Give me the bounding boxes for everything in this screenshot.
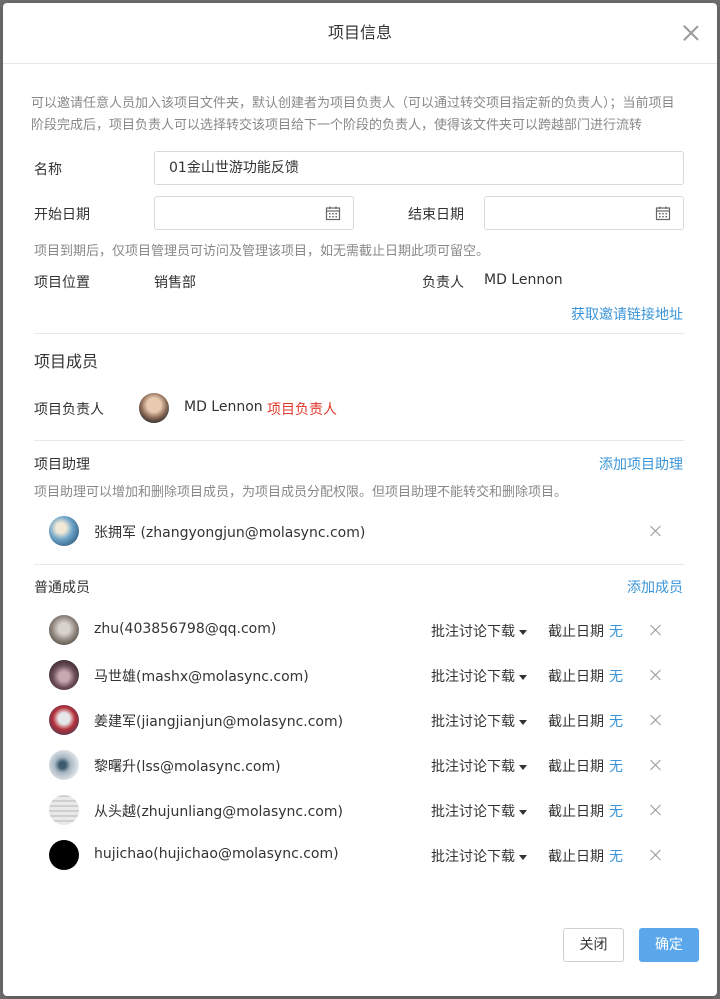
deadline-label: 截止日期	[548, 714, 604, 730]
owner-label: 负责人	[422, 275, 464, 291]
caret-down-icon	[519, 629, 527, 635]
caret-down-icon	[519, 764, 527, 770]
start-date-input[interactable]	[154, 196, 354, 230]
permission-dropdown[interactable]: 批注讨论下载	[431, 756, 527, 776]
remove-member-icon[interactable]	[650, 625, 660, 635]
permission-label: 批注讨论下载	[431, 714, 515, 730]
permission-dropdown[interactable]: 批注讨论下载	[431, 846, 527, 866]
permission-label: 批注讨论下载	[431, 624, 515, 640]
remove-assistant-icon[interactable]	[650, 526, 660, 536]
member-name: hujichao(hujichao@molasync.com)	[94, 846, 339, 862]
assistant-title: 项目助理	[34, 457, 90, 473]
caret-down-icon	[519, 854, 527, 860]
caret-down-icon	[519, 809, 527, 815]
deadline-label: 截止日期	[548, 669, 604, 685]
remove-member-icon[interactable]	[650, 850, 660, 860]
permission-label: 批注讨论下载	[431, 669, 515, 685]
deadline-value[interactable]: 无	[609, 801, 623, 821]
divider	[34, 333, 684, 334]
deadline-value[interactable]: 无	[609, 666, 623, 686]
caret-down-icon	[519, 719, 527, 725]
calendar-icon	[655, 206, 671, 221]
member-avatar	[49, 615, 79, 645]
members-section-title: 项目成员	[34, 352, 99, 371]
deadline-value[interactable]: 无	[609, 846, 623, 866]
deadline-label: 截止日期	[548, 759, 604, 775]
start-date-label: 开始日期	[34, 207, 90, 223]
member-name: 从头越(zhujunliang@molasync.com)	[94, 804, 343, 820]
deadline-value[interactable]: 无	[609, 711, 623, 731]
caret-down-icon	[519, 674, 527, 680]
deadline-label: 截止日期	[548, 849, 604, 865]
member-name: zhu(403856798@qq.com)	[94, 621, 277, 637]
permission-label: 批注讨论下载	[431, 759, 515, 775]
regular-members-title: 普通成员	[34, 580, 90, 596]
deadline-label: 截止日期	[548, 624, 604, 640]
add-assistant-link[interactable]: 添加项目助理	[599, 454, 683, 474]
owner-row-label: 项目负责人	[34, 402, 104, 418]
member-name: 黎曙升(lss@molasync.com)	[94, 759, 281, 775]
close-icon[interactable]	[683, 25, 699, 41]
member-avatar	[49, 795, 79, 825]
end-date-input[interactable]	[484, 196, 684, 230]
add-member-link[interactable]: 添加成员	[627, 577, 683, 597]
permission-dropdown[interactable]: 批注讨论下载	[431, 666, 527, 686]
remove-member-icon[interactable]	[650, 715, 660, 725]
permission-dropdown[interactable]: 批注讨论下载	[431, 621, 527, 641]
remove-member-icon[interactable]	[650, 805, 660, 815]
name-label: 名称	[34, 162, 62, 178]
permission-label: 批注讨论下载	[431, 849, 515, 865]
member-name: 姜建军(jiangjianjun@molasync.com)	[94, 714, 344, 730]
owner-value: MD Lennon	[484, 272, 563, 288]
owner-tag: 项目负责人	[267, 402, 337, 418]
assistant-hint: 项目助理可以增加和删除项目成员，为项目成员分配权限。但项目助理不能转交和删除项目…	[34, 485, 568, 500]
location-label: 项目位置	[34, 275, 90, 291]
invite-link[interactable]: 获取邀请链接地址	[571, 304, 683, 324]
deadline-value[interactable]: 无	[609, 756, 623, 776]
assistant-name: 张拥军 (zhangyongjun@molasync.com)	[94, 525, 366, 541]
member-avatar	[49, 750, 79, 780]
divider	[34, 440, 684, 441]
close-button[interactable]: 关闭	[563, 928, 624, 962]
owner-name: MD Lennon	[184, 399, 263, 415]
dialog-title: 项目信息	[327, 23, 392, 42]
permission-label: 批注讨论下载	[431, 804, 515, 820]
owner-avatar	[139, 393, 169, 423]
remove-member-icon[interactable]	[650, 760, 660, 770]
permission-dropdown[interactable]: 批注讨论下载	[431, 801, 527, 821]
name-input[interactable]: 01金山世游功能反馈	[154, 151, 684, 185]
remove-member-icon[interactable]	[650, 670, 660, 680]
assistant-avatar	[49, 516, 79, 546]
member-avatar	[49, 840, 79, 870]
member-avatar	[49, 660, 79, 690]
location-value: 销售部	[154, 275, 196, 291]
confirm-button[interactable]: 确定	[639, 928, 699, 962]
dialog-header: 项目信息	[3, 3, 717, 64]
member-name: 马世雄(mashx@molasync.com)	[94, 669, 309, 685]
intro-text: 可以邀请任意人员加入该项目文件夹，默认创建者为项目负责人（可以通过转交项目指定新…	[31, 96, 675, 133]
member-avatar	[49, 705, 79, 735]
deadline-label: 截止日期	[548, 804, 604, 820]
divider	[34, 564, 684, 565]
end-date-label: 结束日期	[408, 207, 464, 223]
calendar-icon	[325, 206, 341, 221]
permission-dropdown[interactable]: 批注讨论下载	[431, 711, 527, 731]
date-hint: 项目到期后，仅项目管理员可访问及管理该项目，如无需截止日期此项可留空。	[34, 244, 490, 259]
deadline-value[interactable]: 无	[609, 621, 623, 641]
